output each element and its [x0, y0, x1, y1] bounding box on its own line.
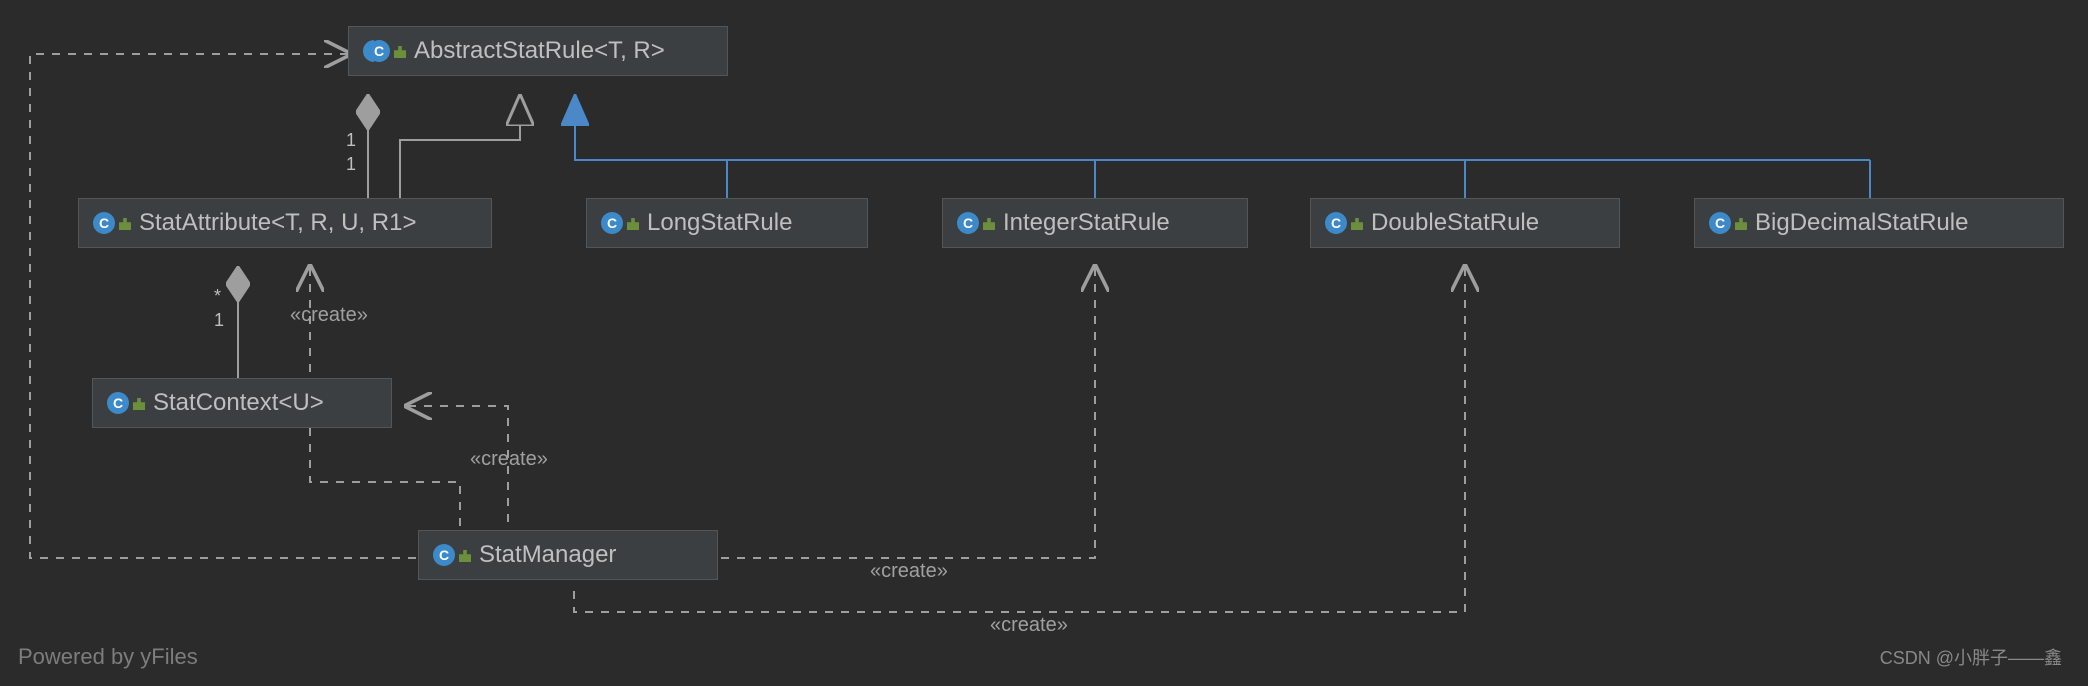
class-icon: C [1325, 212, 1363, 234]
class-abstractstatrule[interactable]: C AbstractStatRule<T, R> [348, 26, 728, 76]
class-integerstatrule[interactable]: C IntegerStatRule [942, 198, 1248, 248]
stereotype-create: «create» [870, 560, 948, 583]
multiplicity: 1 [346, 154, 356, 175]
class-icon: C [601, 212, 639, 234]
class-icon: C [107, 392, 145, 414]
class-label: StatContext<U> [153, 389, 324, 417]
class-statattribute[interactable]: C StatAttribute<T, R, U, R1> [78, 198, 492, 248]
class-icon: C [93, 212, 131, 234]
class-label: StatManager [479, 541, 616, 569]
class-label: LongStatRule [647, 209, 792, 237]
class-longstatrule[interactable]: C LongStatRule [586, 198, 868, 248]
class-icon: C [363, 40, 406, 62]
class-icon: C [433, 544, 471, 566]
class-doublestatrule[interactable]: C DoubleStatRule [1310, 198, 1620, 248]
class-label: StatAttribute<T, R, U, R1> [139, 209, 416, 237]
class-label: BigDecimalStatRule [1755, 209, 1968, 237]
diagram-canvas: StatContext (dashed open arrow pointing … [0, 0, 2088, 686]
stereotype-create: «create» [470, 448, 548, 471]
class-icon: C [1709, 212, 1747, 234]
class-label: DoubleStatRule [1371, 209, 1539, 237]
class-bigdecimalstatrule[interactable]: C BigDecimalStatRule [1694, 198, 2064, 248]
edges-layer: StatContext (dashed open arrow pointing … [0, 0, 2088, 686]
multiplicity: 1 [214, 310, 224, 331]
multiplicity: * [214, 286, 221, 307]
class-statmanager[interactable]: C StatManager [418, 530, 718, 580]
class-label: IntegerStatRule [1003, 209, 1170, 237]
class-label: AbstractStatRule<T, R> [414, 37, 665, 65]
stereotype-create: «create» [990, 614, 1068, 637]
class-statcontext[interactable]: C StatContext<U> [92, 378, 392, 428]
class-icon: C [957, 212, 995, 234]
powered-by-label: Powered by yFiles [18, 644, 198, 670]
watermark-label: CSDN @小胖子——鑫 [1880, 644, 2062, 670]
multiplicity: 1 [346, 130, 356, 151]
stereotype-create: «create» [290, 304, 368, 327]
